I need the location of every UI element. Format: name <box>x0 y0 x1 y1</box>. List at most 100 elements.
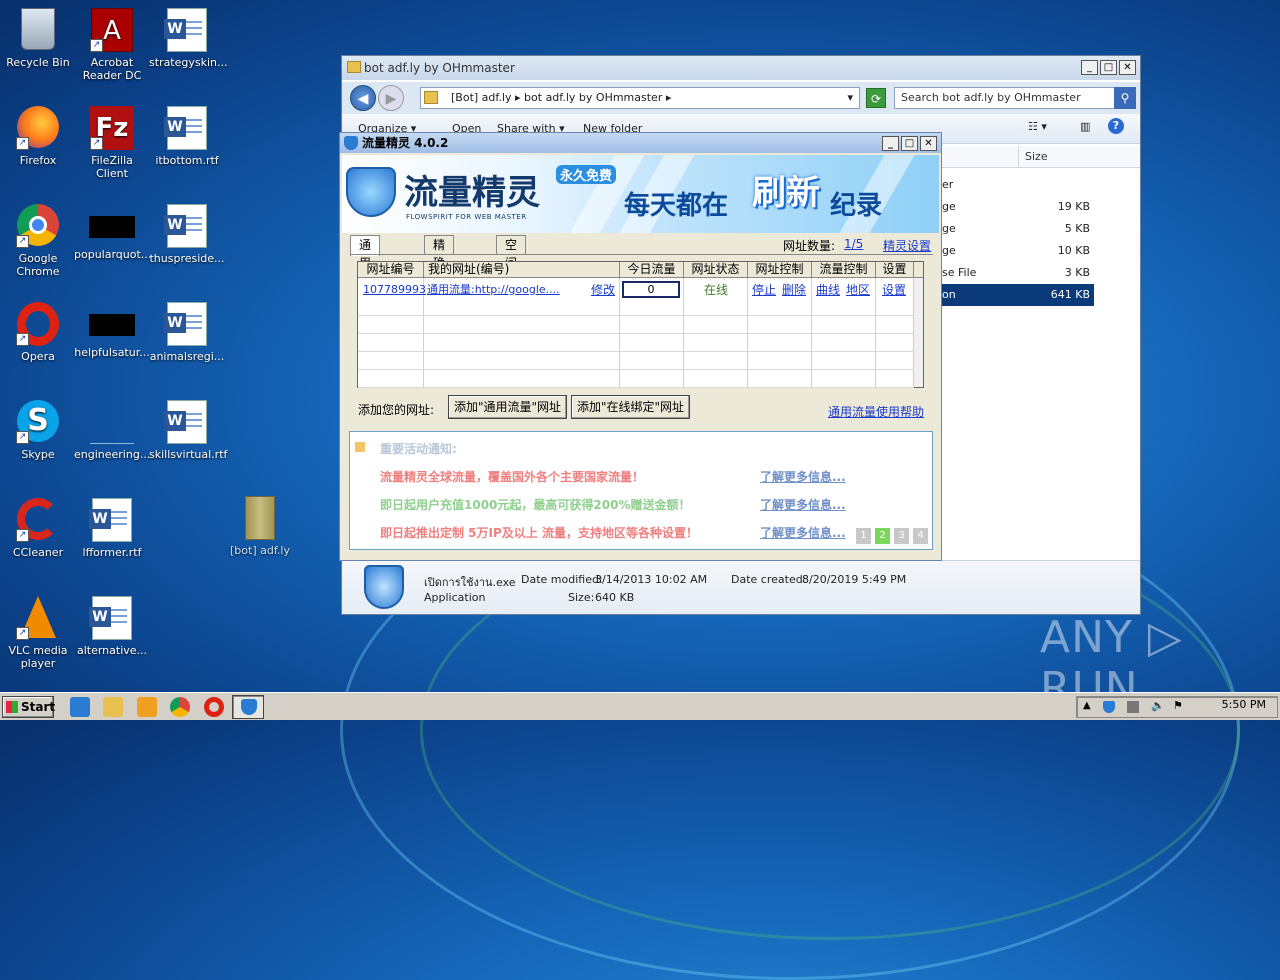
desktop-icon-vlc[interactable]: ↗ VLC media player <box>0 596 76 670</box>
flowspirit-tray-icon[interactable] <box>1103 701 1115 713</box>
row-url-id[interactable]: 107789993 <box>363 281 426 299</box>
notice-page-button-active[interactable]: 2 <box>875 528 890 544</box>
row-settings-link[interactable]: 设置 <box>882 281 906 299</box>
desktop-icon-recycle-bin[interactable]: Recycle Bin <box>0 8 76 69</box>
preview-pane-icon[interactable]: ▥ <box>1080 120 1090 133</box>
today-traffic-field[interactable]: 0 <box>622 281 680 298</box>
vlc-icon: ↗ <box>16 596 60 640</box>
address-bar[interactable]: [Bot] adf.ly ▸ bot adf.ly by OHmmaster ▸… <box>420 87 860 109</box>
settings-link[interactable]: 精灵设置 <box>883 237 931 254</box>
word-document-icon: W <box>164 106 209 150</box>
table-scrollbar[interactable] <box>913 278 923 387</box>
file-row-selected[interactable]: on 641 KB <box>942 284 1094 306</box>
desktop-icon-ccleaner[interactable]: ↗ CCleaner <box>0 498 76 559</box>
help-link[interactable]: 通用流量使用帮助 <box>828 403 924 420</box>
minimize-button[interactable]: _ <box>1081 60 1098 75</box>
start-button[interactable]: Start <box>2 696 56 718</box>
table-row <box>358 370 914 388</box>
row-curve-link[interactable]: 曲线 <box>816 281 840 299</box>
desktop-icon-label: [bot] adf.ly <box>230 544 290 557</box>
view-options-icon[interactable]: ☷ ▾ <box>1028 120 1047 133</box>
desktop-icon-strategyskin[interactable]: W strategyskin... <box>149 8 228 69</box>
volume-icon[interactable]: 🔈 <box>1151 699 1165 712</box>
explorer-titlebar[interactable]: bot adf.ly by OHmmaster _ □ ✕ <box>342 56 1140 80</box>
back-arrow-icon[interactable]: ◀ <box>350 85 376 111</box>
notice-page-button[interactable]: 3 <box>894 528 909 544</box>
chevron-up-icon[interactable]: ▲ <box>1083 700 1095 712</box>
desktop-icon-chrome[interactable]: ↗ Google Chrome <box>0 204 76 278</box>
chrome-icon[interactable] <box>170 697 190 717</box>
network-icon[interactable] <box>1127 701 1139 713</box>
desktop-icon-opera[interactable]: ↗ Opera <box>0 302 76 363</box>
tab-space-popularity[interactable]: 空间人气 <box>496 235 527 306</box>
add-online-url-button[interactable]: 添加"在线绑定"网址 <box>571 395 691 419</box>
desktop-icon-thuspreside[interactable]: W thuspreside... <box>149 204 225 265</box>
search-icon[interactable]: ⚲ <box>1114 87 1136 109</box>
row-url[interactable]: 通用流量:http://google.... <box>427 281 560 299</box>
tab-precise-traffic[interactable]: 精确流量 <box>424 235 455 306</box>
desktop-icon-helpfulsatur[interactable]: helpfulsatur... <box>74 302 150 359</box>
tab-general-traffic[interactable]: 通用流量 <box>350 235 381 306</box>
file-row[interactable]: ge 5 KB <box>942 218 1094 240</box>
notice-item: 即日起用户充值1000元起，最高可获得200%赠送金额！ <box>380 498 691 512</box>
table-row <box>358 298 914 316</box>
desktop-icon-label: Google Chrome <box>16 252 60 278</box>
desktop-icon-animalsregi[interactable]: W animalsregi... <box>149 302 225 363</box>
desktop-icon-label: Opera <box>21 350 55 363</box>
notice-more-link[interactable]: 了解更多信息... <box>760 524 846 541</box>
notice-page-button[interactable]: 4 <box>913 528 928 544</box>
desktop-icon-bot-adfly-folder[interactable]: [bot] adf.ly <box>222 496 298 557</box>
row-edit-link[interactable]: 修改 <box>591 281 615 299</box>
desktop-icon-acrobat[interactable]: A ↗ Acrobat Reader DC <box>74 8 150 82</box>
header-url-status: 网址状态 <box>684 262 748 278</box>
file-row[interactable]: er <box>942 174 1094 196</box>
flowspirit-taskbar-button[interactable] <box>232 695 264 719</box>
start-label: Start <box>21 700 56 714</box>
notice-page-button[interactable]: 1 <box>856 528 871 544</box>
close-button[interactable]: ✕ <box>920 136 937 151</box>
refresh-icon[interactable]: ⟳ <box>866 88 886 108</box>
minimize-button[interactable]: _ <box>882 136 899 151</box>
media-player-icon[interactable] <box>137 697 157 717</box>
maximize-button[interactable]: □ <box>901 136 918 151</box>
desktop-icon-alternative[interactable]: W alternative... <box>74 596 150 657</box>
details-created: 8/20/2019 5:49 PM <box>802 573 907 586</box>
file-row[interactable]: ge 19 KB <box>942 196 1094 218</box>
desktop-icon-skype[interactable]: S ↗ Skype <box>0 400 76 461</box>
row-delete-link[interactable]: 删除 <box>782 281 806 299</box>
opera-icon[interactable] <box>204 697 224 717</box>
desktop-icon-itbottom[interactable]: W itbottom.rtf <box>149 106 225 167</box>
file-row[interactable]: ge 10 KB <box>942 240 1094 262</box>
file-explorer-icon[interactable] <box>103 697 123 717</box>
app-icon <box>344 136 358 150</box>
folder-icon <box>424 91 438 104</box>
desktop-icon-lfformer[interactable]: W lfformer.rtf <box>74 498 150 559</box>
details-filename: เปิดการใช้งาน.exe <box>424 576 516 589</box>
desktop-icon-skillsvirtual[interactable]: W skillsvirtual.rtf <box>149 400 227 461</box>
action-center-flag-icon[interactable]: ⚑ <box>1173 699 1185 712</box>
add-general-url-button[interactable]: 添加"通用流量"网址 <box>448 395 568 419</box>
internet-explorer-icon[interactable] <box>70 697 90 717</box>
desktop-icon-popularquot[interactable]: popularquot... <box>74 204 151 261</box>
banner-slogan-end: 纪录 <box>830 191 883 221</box>
row-stop-link[interactable]: 停止 <box>752 281 776 299</box>
file-row[interactable]: se File 3 KB <box>942 262 1094 284</box>
forward-arrow-icon[interactable]: ▶ <box>378 85 404 111</box>
search-input[interactable]: Search bot adf.ly by OHmmaster ⚲ <box>894 87 1136 109</box>
notice-more-link[interactable]: 了解更多信息... <box>760 496 846 513</box>
desktop-icon-filezilla[interactable]: Fz ↗ FileZilla Client <box>74 106 150 180</box>
column-size[interactable]: Size <box>1018 146 1100 168</box>
help-icon[interactable]: ? <box>1108 118 1124 134</box>
desktop-icon-label: lfformer.rtf <box>82 546 142 559</box>
desktop-icon-engineering[interactable]: engineering... <box>74 400 150 461</box>
desktop-icon-firefox[interactable]: ↗ Firefox <box>0 106 76 167</box>
maximize-button[interactable]: □ <box>1100 60 1117 75</box>
app-titlebar[interactable]: 流量精灵 4.0.2 _ □ ✕ <box>340 133 941 153</box>
row-region-link[interactable]: 地区 <box>846 281 870 299</box>
notice-more-link[interactable]: 了解更多信息... <box>760 468 846 485</box>
chevron-down-icon[interactable]: ▾ <box>847 88 853 108</box>
banner-free-badge: 永久免费 <box>556 165 617 184</box>
close-button[interactable]: ✕ <box>1119 60 1136 75</box>
url-count-link[interactable]: 1/5 <box>844 237 863 251</box>
clock[interactable]: 5:50 PM <box>1222 698 1266 711</box>
